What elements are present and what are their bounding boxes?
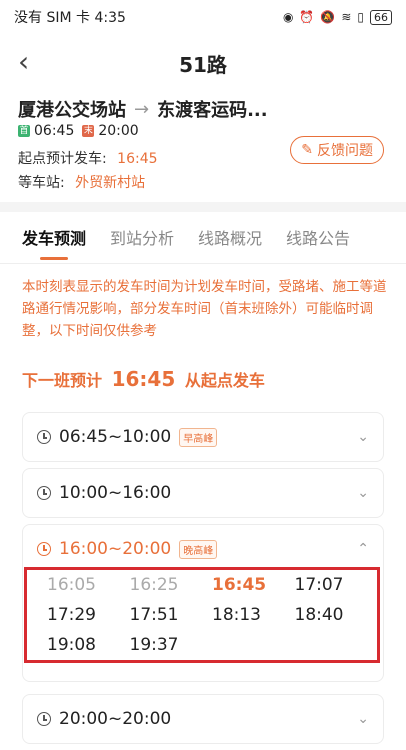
departure-time: 16:25 (129, 575, 179, 595)
period-header[interactable]: 10:00~16:00 ⌄ (23, 469, 383, 517)
tab-arrival-analysis[interactable]: 到站分析 (110, 214, 174, 264)
departure-time-next: 16:45 (212, 575, 267, 595)
next-bus-time: 16:45 (111, 367, 176, 391)
next-bus: 下一班预计 16:45 从起点发车 (22, 367, 265, 391)
period-header[interactable]: 20:00~20:00 ⌄ (23, 695, 383, 743)
period-card[interactable]: 10:00~16:00 ⌄ (22, 468, 384, 518)
route-to: 东渡客运码... (157, 100, 268, 121)
last-bus-time: 20:00 (98, 123, 139, 139)
tab-departure-forecast[interactable]: 发车预测 (22, 214, 86, 264)
wait-stop-name: 外贸新村站 (75, 175, 146, 191)
departure-time: 17:29 (47, 605, 96, 625)
tab-route-overview[interactable]: 线路概况 (198, 214, 262, 264)
edit-icon: ✎ (301, 142, 313, 158)
carrier-time: 没有 SIM 卡 4:35 (14, 10, 126, 26)
departure-times-grid: 16:05 16:25 16:45 17:07 17:29 17:51 18:1… (24, 567, 380, 663)
alarm-icon: ⏰ (299, 10, 315, 24)
depart-label: 起点预计发车: (18, 151, 107, 167)
service-hours: 首 06:45 末 20:00 (18, 123, 139, 139)
status-icons: ◉ ⏰ 🔕 ≋ ▯ 66 (282, 9, 392, 25)
arrow-right-icon: → (134, 98, 150, 120)
tab-route-notice[interactable]: 线路公告 (286, 214, 350, 264)
period-range: 06:45~10:00 (59, 427, 172, 447)
route-header: 厦港公交场站 → 东渡客运码... (18, 96, 268, 122)
section-divider (0, 202, 406, 212)
chevron-up-icon[interactable]: ⌃ (357, 541, 369, 557)
wait-stop-info: 等车站: 外贸新村站 (18, 172, 145, 192)
schedule-notice: 本时刻表显示的发车时间为计划发车时间，受路堵、施工等道路通行情况影响，部分发车时… (22, 279, 387, 339)
clock-icon (37, 542, 51, 556)
last-bus-tag: 末 (82, 125, 95, 137)
departure-time: 19:08 (47, 635, 96, 655)
eye-icon: ◉ (282, 10, 294, 24)
peak-badge: 晚高峰 (179, 539, 218, 559)
period-range: 10:00~16:00 (59, 483, 172, 503)
next-bus-prefix: 下一班预计 (22, 371, 103, 390)
chevron-down-icon[interactable]: ⌄ (357, 429, 369, 445)
period-header[interactable]: 06:45~10:00 早高峰 ⌄ (23, 413, 383, 461)
departure-time: 18:13 (212, 605, 261, 625)
depart-time: 16:45 (117, 151, 158, 167)
wifi-icon: ≋ (341, 10, 352, 24)
period-header[interactable]: 16:00~20:00 晚高峰 ⌃ (23, 525, 383, 573)
bell-off-icon: 🔕 (320, 10, 336, 24)
departure-time: 19:37 (129, 635, 179, 655)
period-card[interactable]: 20:00~20:00 ⌄ (22, 694, 384, 744)
period-range: 16:00~20:00 (59, 539, 172, 559)
period-range: 20:00~20:00 (59, 709, 172, 729)
peak-badge: 早高峰 (179, 427, 218, 447)
route-from: 厦港公交场站 (18, 100, 126, 121)
first-bus-tag: 首 (18, 125, 30, 137)
departure-time: 16:05 (47, 575, 96, 595)
battery-icon: 66 (370, 9, 392, 25)
chevron-down-icon[interactable]: ⌄ (357, 485, 369, 501)
tab-bar: 发车预测 到站分析 线路概况 线路公告 (0, 214, 406, 264)
depart-info: 起点预计发车: 16:45 (18, 148, 158, 168)
departure-time: 17:51 (129, 605, 179, 625)
page-title: 51路 (179, 52, 227, 77)
departure-time: 18:40 (294, 605, 344, 625)
chevron-down-icon[interactable]: ⌄ (357, 711, 369, 727)
departure-time: 17:07 (294, 575, 344, 595)
sim-icon: ▯ (357, 10, 364, 24)
clock-icon (37, 712, 51, 726)
clock-icon (37, 486, 51, 500)
clock-icon (37, 430, 51, 444)
period-card[interactable]: 06:45~10:00 早高峰 ⌄ (22, 412, 384, 462)
first-bus-time: 06:45 (34, 123, 75, 139)
feedback-button[interactable]: ✎ 反馈问题 (290, 136, 384, 164)
nav-bar: ‹ 51路 (0, 40, 406, 86)
next-bus-suffix: 从起点发车 (184, 371, 265, 390)
status-bar: 没有 SIM 卡 4:35 ◉ ⏰ 🔕 ≋ ▯ 66 (0, 0, 406, 34)
wait-stop-label: 等车站: (18, 175, 65, 191)
chevron-left-icon[interactable]: ‹ (18, 48, 42, 78)
feedback-label: 反馈问题 (317, 143, 373, 159)
